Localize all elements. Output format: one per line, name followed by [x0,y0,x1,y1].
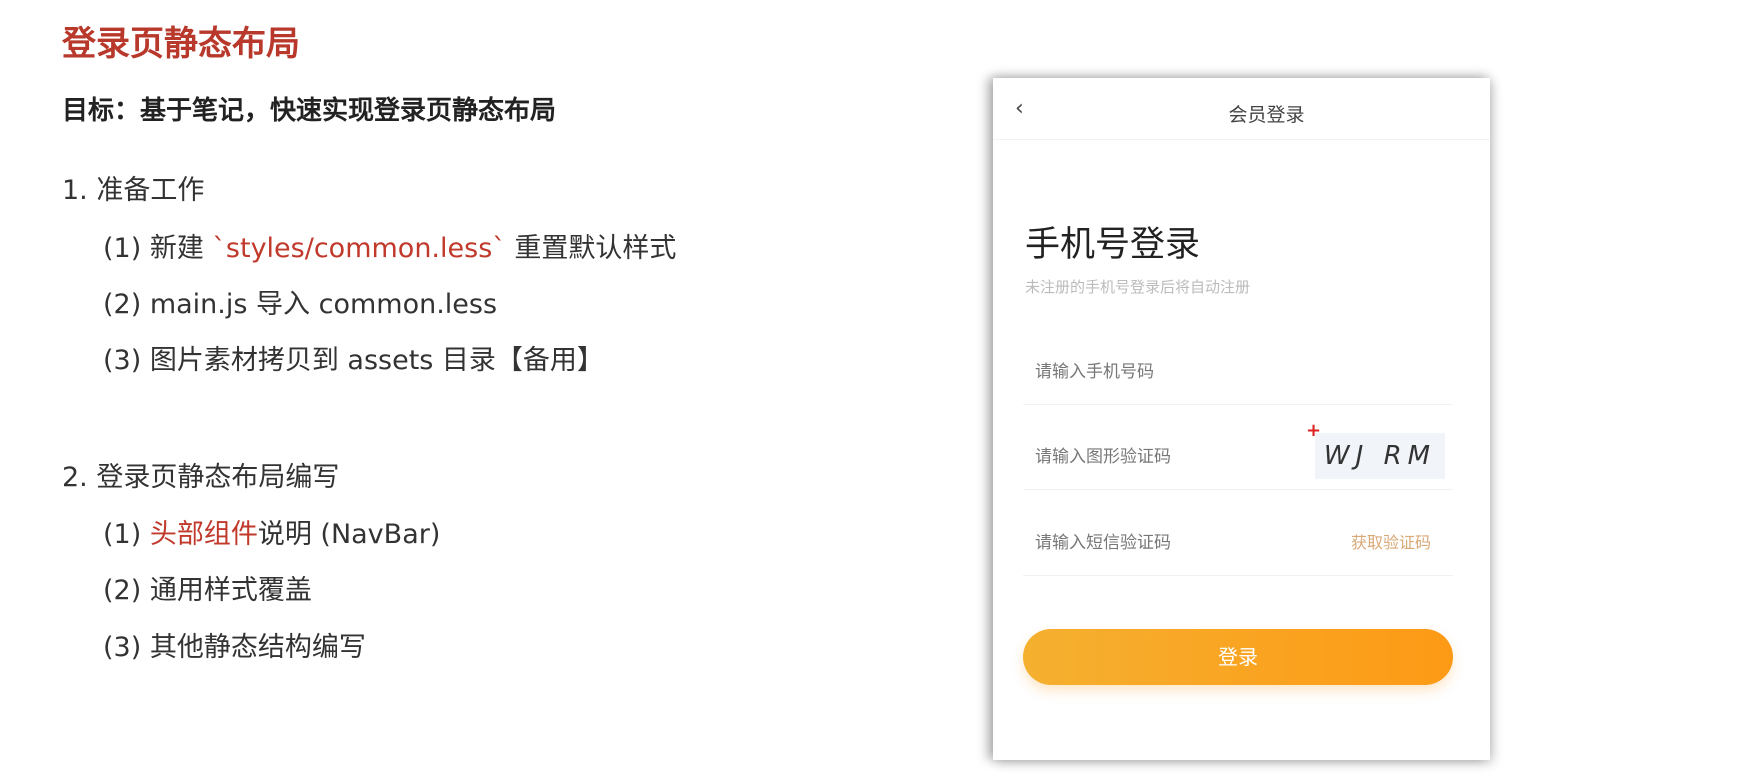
captcha-placeholder: 请输入图形验证码 [1035,447,1171,467]
item-highlight: 头部组件 [149,519,258,550]
nav-title: 会员登录 [1228,104,1305,126]
list-item: (1) 新建 `styles/common.less` 重置默认样式 [103,226,676,265]
login-heading: 手机号登录 [1025,225,1201,265]
nav-bar: ‹ 会员登录 [993,78,1490,140]
cursor-crosshair-icon: + [1306,420,1322,441]
list-item: (2) main.js 导入 common.less [103,289,498,320]
phone-input[interactable]: 请输入手机号码 [1023,329,1453,405]
section-heading: 1. 准备工作 [62,175,205,206]
slide-goal: 目标：基于笔记，快速实现登录页静态布局 [62,96,557,126]
phone-preview: ‹ 会员登录 手机号登录 未注册的手机号登录后将自动注册 请输入手机号码 请输入… [993,78,1490,760]
captcha-input[interactable]: 请输入图形验证码 WJ RM [1023,414,1453,490]
phone-placeholder: 请输入手机号码 [1035,362,1154,382]
login-button[interactable]: 登录 [1023,629,1453,685]
item-text: 说明 (NavBar) [257,519,441,550]
list-item: (3) 其他静态结构编写 [103,632,366,663]
item-text: (1) 新建 [103,233,213,264]
item-highlight: `styles/common.less` [212,233,506,264]
get-code-button[interactable]: 获取验证码 [1351,529,1431,553]
item-text: (1) [103,519,150,550]
list-item: (1) 头部组件说明 (NavBar) [103,512,440,551]
sms-input[interactable]: 请输入短信验证码 获取验证码 [1023,500,1453,576]
item-text: 重置默认样式 [505,233,677,264]
sms-placeholder: 请输入短信验证码 [1035,533,1171,553]
section-heading: 2. 登录页静态布局编写 [62,462,340,493]
captcha-image[interactable]: WJ RM [1315,433,1445,479]
list-item: (2) 通用样式覆盖 [103,575,312,606]
slide-title: 登录页静态布局 [62,24,300,64]
login-subtitle: 未注册的手机号登录后将自动注册 [1025,278,1251,296]
list-item: (3) 图片素材拷贝到 assets 目录【备用】 [103,345,604,376]
